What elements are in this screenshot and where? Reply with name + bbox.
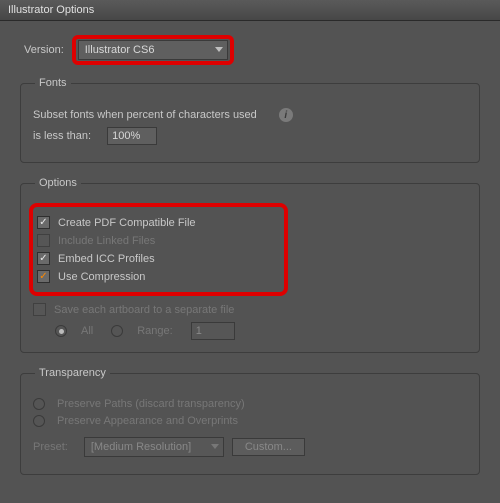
custom-button: Custom... — [232, 438, 305, 456]
pdf-compatible-checkbox[interactable] — [37, 216, 50, 229]
options-highlight: Create PDF Compatible File Include Linke… — [29, 203, 288, 296]
preserve-appearance-label: Preserve Appearance and Overprints — [57, 415, 238, 427]
fonts-subset-label: Subset fonts when percent of characters … — [33, 109, 257, 121]
transparency-group: Transparency Preserve Paths (discard tra… — [20, 367, 480, 475]
radio-preserve-appearance — [33, 415, 45, 427]
version-row: Version: Illustrator CS6 — [14, 35, 486, 65]
version-highlight: Illustrator CS6 — [72, 35, 234, 65]
options-legend: Options — [35, 177, 81, 189]
chevron-down-icon — [211, 444, 219, 449]
pdf-compatible-label: Create PDF Compatible File — [58, 217, 196, 229]
radio-range-label: Range: — [137, 325, 172, 337]
version-label: Version: — [24, 44, 64, 56]
use-compression-label: Use Compression — [58, 271, 145, 283]
transparency-legend: Transparency — [35, 367, 110, 379]
radio-all — [55, 325, 67, 337]
preserve-appearance-row: Preserve Appearance and Overprints — [33, 415, 467, 427]
embed-icc-row: Embed ICC Profiles — [37, 252, 204, 265]
fonts-percent-input[interactable] — [107, 127, 157, 145]
version-dropdown[interactable]: Illustrator CS6 — [78, 40, 228, 60]
info-icon[interactable]: i — [279, 108, 293, 122]
fonts-group: Fonts Subset fonts when percent of chara… — [20, 77, 480, 163]
options-panel: Version: Illustrator CS6 Fonts Subset fo… — [0, 21, 500, 503]
radio-all-label: All — [81, 325, 93, 337]
save-artboards-row: Save each artboard to a separate file — [33, 303, 467, 316]
use-compression-row: Use Compression — [37, 270, 204, 283]
radio-range — [111, 325, 123, 337]
embed-icc-label: Embed ICC Profiles — [58, 253, 155, 265]
pdf-compatible-row: Create PDF Compatible File — [37, 216, 204, 229]
preserve-paths-row: Preserve Paths (discard transparency) — [33, 398, 467, 410]
version-value: Illustrator CS6 — [85, 44, 155, 56]
include-linked-checkbox — [37, 234, 50, 247]
fonts-lessthan-row: is less than: — [33, 127, 467, 145]
save-artboards-label: Save each artboard to a separate file — [54, 304, 234, 316]
artboard-range-row: All Range: — [55, 322, 467, 340]
window-titlebar: Illustrator Options — [0, 0, 500, 21]
include-linked-row: Include Linked Files — [37, 234, 204, 247]
preset-dropdown: [Medium Resolution] — [84, 437, 224, 457]
save-artboards-checkbox — [33, 303, 46, 316]
embed-icc-checkbox[interactable] — [37, 252, 50, 265]
include-linked-label: Include Linked Files — [58, 235, 155, 247]
fonts-legend: Fonts — [35, 77, 71, 89]
range-input — [191, 322, 235, 340]
preset-row: Preset: [Medium Resolution] Custom... — [33, 437, 467, 457]
preset-label: Preset: — [33, 441, 68, 453]
preserve-paths-label: Preserve Paths (discard transparency) — [57, 398, 245, 410]
use-compression-checkbox[interactable] — [37, 270, 50, 283]
fonts-subset-row: Subset fonts when percent of characters … — [33, 108, 467, 122]
options-group: Options Create PDF Compatible File Inclu… — [20, 177, 480, 353]
chevron-down-icon — [215, 47, 223, 52]
preset-value: [Medium Resolution] — [91, 441, 191, 453]
radio-preserve-paths — [33, 398, 45, 410]
window-title: Illustrator Options — [8, 4, 94, 16]
fonts-lessthan-label: is less than: — [33, 130, 91, 142]
